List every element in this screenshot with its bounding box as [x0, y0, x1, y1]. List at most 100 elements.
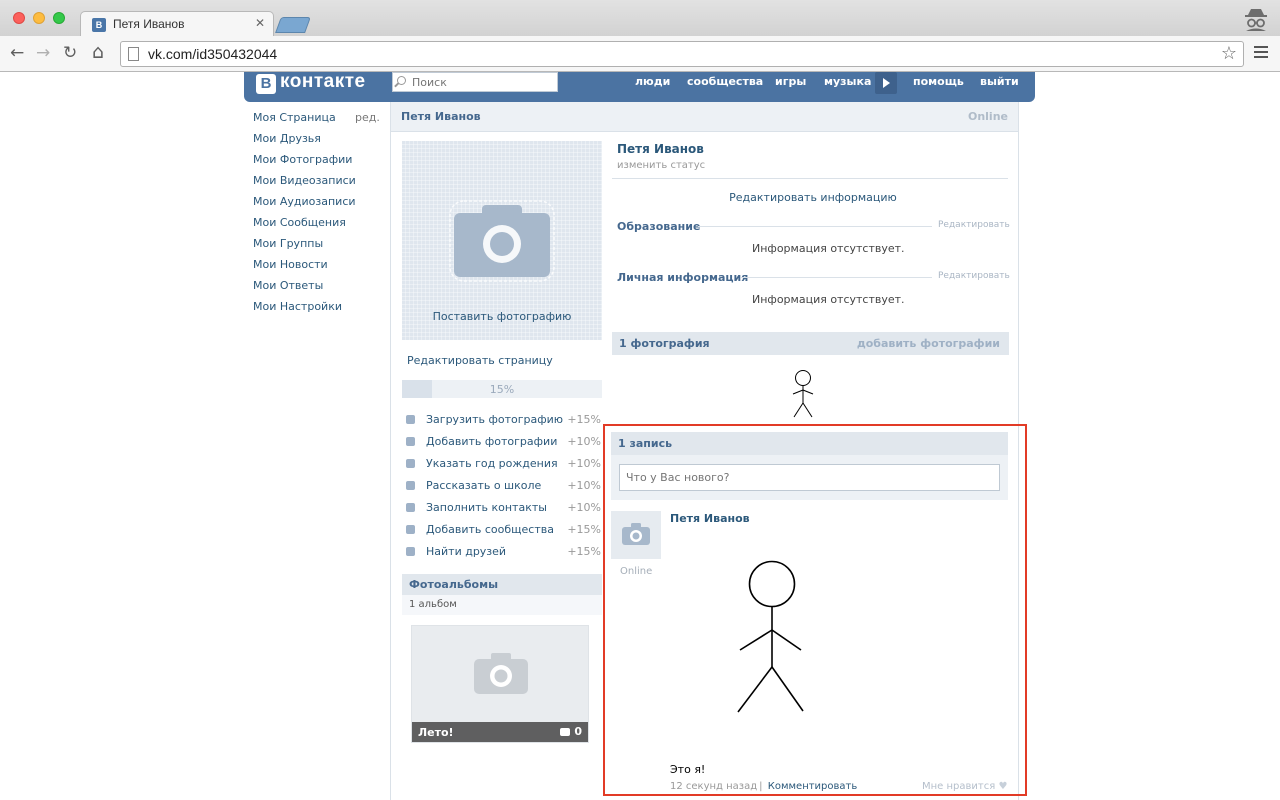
- menu-my-news[interactable]: Мои Новости: [253, 257, 383, 278]
- profile-progress: 15%: [402, 380, 602, 398]
- divider: [741, 277, 932, 278]
- stick-figure-thumbnail[interactable]: [791, 369, 815, 419]
- nav-music[interactable]: музыка: [824, 75, 871, 88]
- divider: [612, 178, 1008, 179]
- browser-toolbar: ← → ↻ ⌂ vk.com/id350432044 ☆: [0, 36, 1280, 72]
- page-icon: [128, 47, 139, 61]
- personal-info-empty: Информация отсутствует.: [752, 293, 905, 306]
- task-label[interactable]: Добавить фотографии: [426, 435, 557, 448]
- album-cover[interactable]: Лето! 0: [411, 625, 589, 743]
- add-photos-link[interactable]: добавить фотографии: [857, 337, 1000, 350]
- menu-my-photos[interactable]: Мои Фотографии: [253, 152, 383, 173]
- music-play-button[interactable]: [875, 72, 897, 94]
- photos-header: 1 фотография добавить фотографии: [612, 332, 1009, 355]
- task-item[interactable]: Рассказать о школе +10%: [405, 479, 601, 501]
- url-text[interactable]: vk.com/id350432044: [148, 46, 277, 62]
- search-icon: [397, 76, 406, 85]
- online-status: Online: [967, 110, 1008, 123]
- task-label[interactable]: Рассказать о школе: [426, 479, 541, 492]
- albums-count-bar: 1 альбом: [402, 595, 602, 615]
- task-percent: +10%: [567, 479, 601, 492]
- album-name: Лето!: [418, 726, 454, 739]
- tab-title: Петя Иванов: [113, 17, 185, 31]
- menu-my-answers[interactable]: Мои Ответы: [253, 278, 383, 299]
- forward-arrow-icon[interactable]: →: [36, 43, 50, 63]
- person-icon: [406, 415, 415, 424]
- task-label[interactable]: Указать год рождения: [426, 457, 558, 470]
- albums-header[interactable]: Фотоальбомы: [402, 574, 602, 595]
- vk-favicon-icon: В: [92, 18, 106, 32]
- task-item[interactable]: Найти друзей +15%: [405, 545, 601, 567]
- camera-icon: [406, 437, 415, 446]
- menu-my-videos[interactable]: Мои Видеозаписи: [253, 173, 383, 194]
- task-percent: +10%: [567, 457, 601, 470]
- menu-edit-link[interactable]: ред.: [355, 110, 380, 126]
- friends-icon: [406, 547, 415, 556]
- profile-bar-name: Петя Иванов: [401, 110, 481, 123]
- avatar-caption[interactable]: Поставить фотографию: [402, 310, 602, 323]
- menu-my-groups[interactable]: Мои Группы: [253, 236, 383, 257]
- phone-icon: [406, 503, 415, 512]
- left-menu: Моя Страница Мои Друзья Мои Фотографии М…: [253, 110, 383, 320]
- education-empty: Информация отсутствует.: [752, 242, 905, 255]
- menu-my-friends[interactable]: Мои Друзья: [253, 131, 383, 152]
- progress-text: 15%: [489, 383, 515, 396]
- photos-title[interactable]: 1 фотография: [619, 337, 710, 350]
- nav-communities[interactable]: сообщества: [687, 75, 763, 88]
- tab-close-icon[interactable]: ✕: [255, 16, 265, 30]
- back-arrow-icon[interactable]: ←: [10, 43, 24, 63]
- browser-titlebar: В Петя Иванов ✕: [0, 0, 1280, 37]
- incognito-icon: [1245, 9, 1267, 31]
- album-photo-count: 0: [574, 725, 582, 738]
- task-percent: +15%: [567, 545, 601, 558]
- vk-logo-icon[interactable]: В: [256, 74, 276, 94]
- nav-people[interactable]: люди: [635, 75, 670, 88]
- bookmark-star-icon[interactable]: ☆: [1221, 43, 1237, 64]
- camera-icon: [560, 728, 570, 736]
- search-input[interactable]: [412, 73, 552, 91]
- task-percent: +15%: [567, 523, 601, 536]
- nav-games[interactable]: игры: [775, 75, 806, 88]
- task-label[interactable]: Найти друзей: [426, 545, 506, 558]
- browser-menu-icon[interactable]: [1254, 46, 1268, 60]
- task-item[interactable]: Добавить фотографии +10%: [405, 435, 601, 457]
- maximize-window-button[interactable]: [53, 12, 65, 24]
- task-label[interactable]: Добавить сообщества: [426, 523, 554, 536]
- task-item[interactable]: Заполнить контакты +10%: [405, 501, 601, 523]
- change-status-link[interactable]: изменить статус: [617, 160, 705, 171]
- task-label[interactable]: Загрузить фотографию: [426, 413, 563, 426]
- briefcase-icon: [406, 481, 415, 490]
- education-title: Образование: [617, 220, 701, 233]
- personal-info-title: Личная информация: [617, 271, 749, 284]
- browser-tab[interactable]: В Петя Иванов ✕: [80, 11, 274, 37]
- profile-name: Петя Иванов: [617, 142, 704, 156]
- task-percent: +15%: [567, 413, 601, 426]
- home-icon[interactable]: ⌂: [92, 41, 104, 63]
- task-item[interactable]: Указать год рождения +10%: [405, 457, 601, 479]
- menu-my-messages[interactable]: Мои Сообщения: [253, 215, 383, 236]
- edit-info-link[interactable]: Редактировать информацию: [613, 191, 1013, 204]
- close-window-button[interactable]: [13, 12, 25, 24]
- avatar-upload[interactable]: Поставить фотографию: [402, 141, 602, 340]
- minimize-window-button[interactable]: [33, 12, 45, 24]
- task-percent: +10%: [567, 435, 601, 448]
- vk-header: В контакте люди сообщества игры музыка п…: [244, 71, 1035, 102]
- albums-count[interactable]: 1 альбом: [409, 599, 457, 610]
- task-label[interactable]: Заполнить контакты: [426, 501, 547, 514]
- menu-my-audio[interactable]: Мои Аудиозаписи: [253, 194, 383, 215]
- new-tab-button[interactable]: [275, 17, 311, 33]
- task-item[interactable]: Загрузить фотографию +15%: [405, 413, 601, 435]
- personal-info-edit-link[interactable]: Редактировать: [938, 271, 1010, 281]
- nav-logout[interactable]: выйти: [980, 75, 1019, 88]
- edit-page-link[interactable]: Редактировать страницу: [407, 354, 553, 367]
- task-item[interactable]: Добавить сообщества +15%: [405, 523, 601, 545]
- vk-logo-text[interactable]: контакте: [280, 71, 366, 93]
- nav-help[interactable]: помощь: [913, 75, 964, 88]
- vk-search-box[interactable]: [392, 72, 558, 92]
- address-bar[interactable]: vk.com/id350432044 ☆: [120, 41, 1244, 67]
- reload-icon[interactable]: ↻: [63, 43, 77, 63]
- albums-title[interactable]: Фотоальбомы: [409, 578, 498, 591]
- education-edit-link[interactable]: Редактировать: [938, 220, 1010, 230]
- profile-tasks: Загрузить фотографию +15% Добавить фотогр…: [405, 413, 601, 567]
- menu-my-settings[interactable]: Мои Настройки: [253, 299, 383, 320]
